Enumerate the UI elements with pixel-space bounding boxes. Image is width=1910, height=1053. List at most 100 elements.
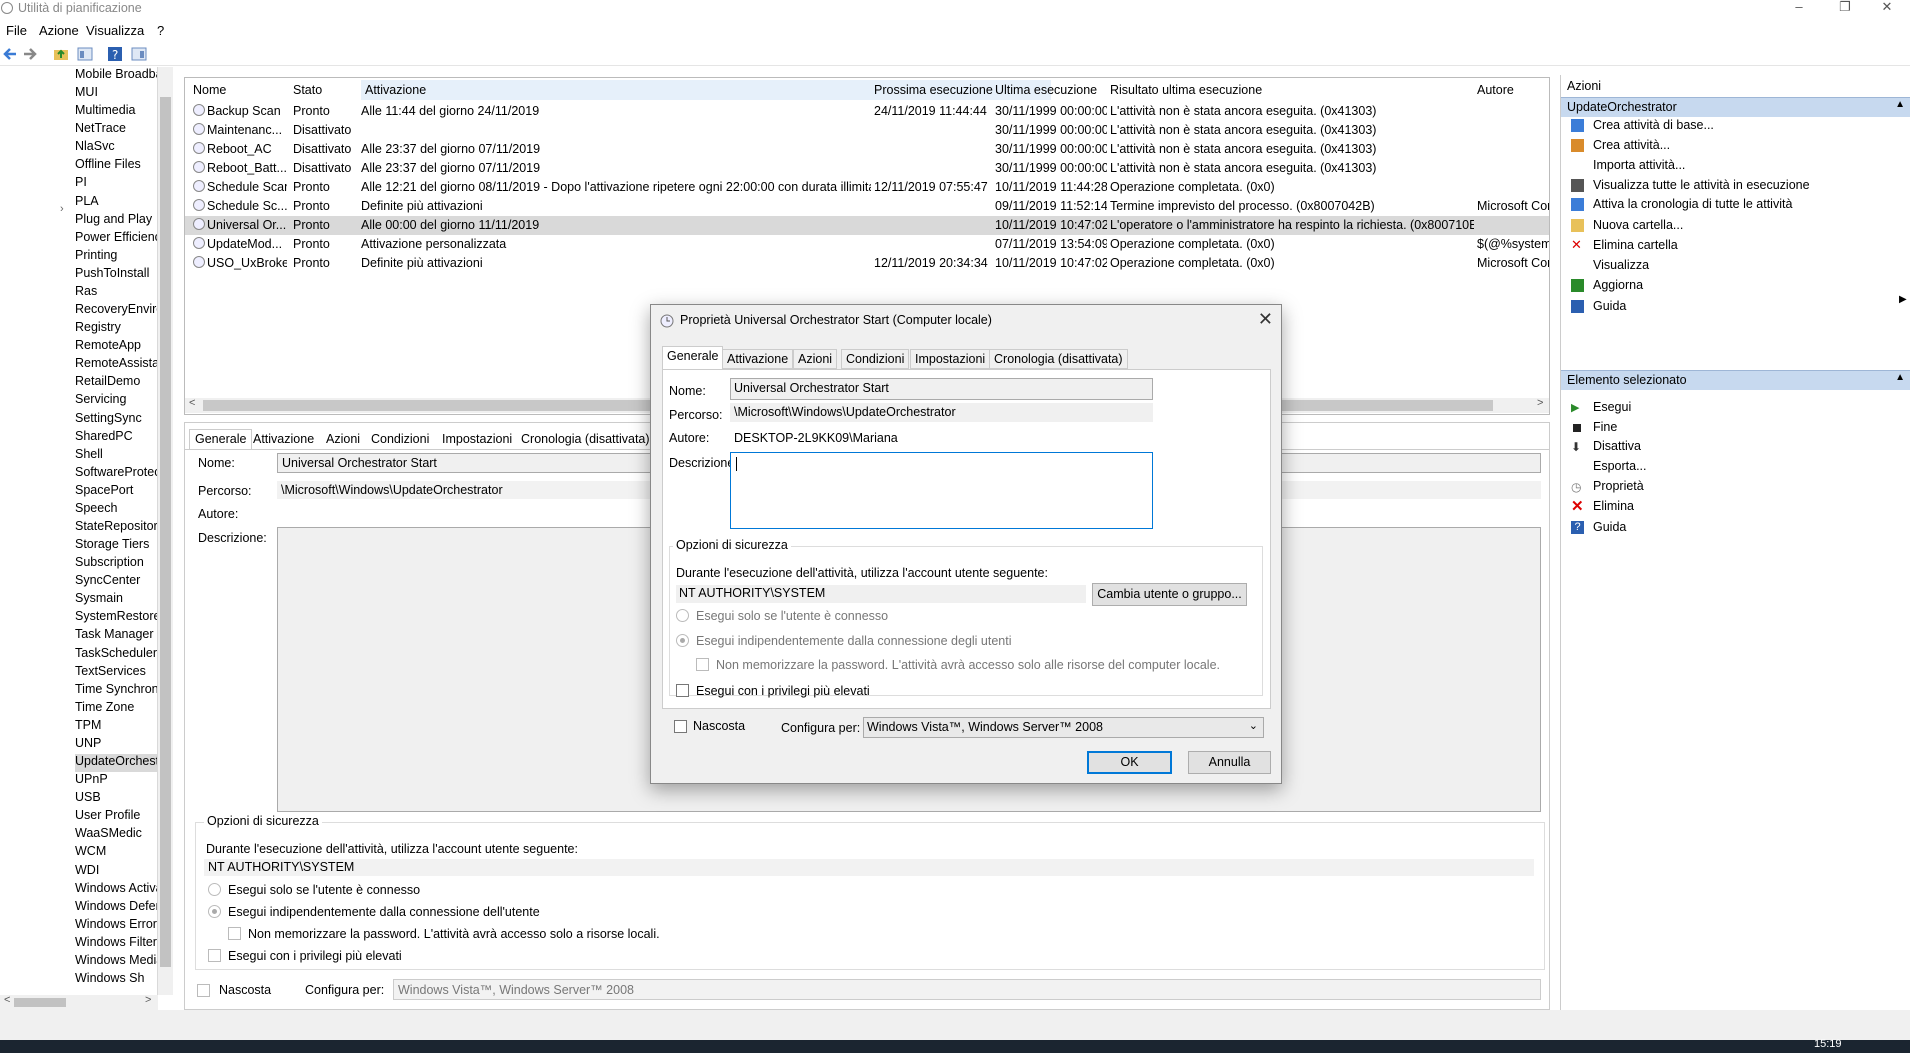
menu-azione[interactable]: Azione <box>39 23 79 38</box>
close-button[interactable]: ✕ <box>1864 0 1910 17</box>
tree-item[interactable]: PushToInstall <box>75 266 157 284</box>
scroll-left-icon[interactable]: < <box>189 397 195 409</box>
scroll-left-icon[interactable]: < <box>4 994 10 1006</box>
task-row[interactable]: Maintenanc... Disattivato 30/11/1999 00:00… <box>185 121 1549 140</box>
dialog-tab-settings[interactable]: Impostazioni <box>910 349 991 369</box>
tree-item[interactable]: Time Synchronization <box>75 682 157 700</box>
tree-item[interactable]: Printing <box>75 248 157 266</box>
action-item[interactable]: Crea attività di base... <box>1571 118 1714 132</box>
dialog-tab-conditions[interactable]: Condizioni <box>841 349 910 369</box>
tree-item[interactable]: Speech <box>75 501 157 519</box>
tree-item[interactable]: SharedPC <box>75 429 157 447</box>
tree-item[interactable]: Storage Tiers <box>75 537 157 555</box>
action-item[interactable]: Attiva la cronologia di tutte le attivit… <box>1571 197 1792 211</box>
action-item[interactable]: Visualizza tutte le attività in esecuzio… <box>1571 178 1810 192</box>
column-header-author[interactable]: Autore <box>1477 83 1514 97</box>
back-arrow-icon[interactable] <box>2 46 18 62</box>
tree-item[interactable]: Ras <box>75 284 157 302</box>
tree-item[interactable]: Windows Filtering <box>75 935 157 953</box>
tree-item[interactable]: WDI <box>75 863 157 881</box>
action-item[interactable]: ? Guida <box>1571 520 1626 534</box>
task-row[interactable]: USO_UxBroker Pronto Definite più attivazio… <box>185 254 1549 273</box>
tree-item[interactable]: SyncCenter <box>75 573 157 591</box>
tree-item[interactable]: RetailDemo <box>75 374 157 392</box>
tree-item[interactable]: NlaSvc <box>75 139 157 157</box>
action-item[interactable]: Importa attività... <box>1593 158 1685 172</box>
dialog-tab-triggers[interactable]: Attivazione <box>722 349 794 369</box>
tree-item[interactable]: UNP <box>75 736 157 754</box>
action-item[interactable]: Guida <box>1571 299 1626 313</box>
tree-item[interactable]: Task Manager <box>75 627 157 645</box>
tree-item[interactable]: StateRepository <box>75 519 157 537</box>
tree-item[interactable]: TPM <box>75 718 157 736</box>
collapse-up-icon[interactable]: ▲ <box>1895 99 1905 110</box>
tree-item[interactable]: Subscription <box>75 555 157 573</box>
minimize-button[interactable]: – <box>1776 0 1822 17</box>
tree-item[interactable]: NetTrace <box>75 121 157 139</box>
tree-vertical-scrollbar[interactable] <box>158 67 173 995</box>
tree-item[interactable]: PLA <box>75 194 157 212</box>
change-user-button[interactable]: Cambia utente o gruppo... <box>1092 583 1247 606</box>
column-header-last-run[interactable]: Ultima esecuzione <box>995 83 1097 97</box>
menu-file[interactable]: File <box>6 23 27 38</box>
tree-item[interactable]: MUI <box>75 85 157 103</box>
dialog-radio-regardless[interactable] <box>676 634 689 647</box>
tree-item[interactable]: Windows Error <box>75 917 157 935</box>
dialog-description-field[interactable] <box>730 452 1153 529</box>
tree-horizontal-scrollbar[interactable]: < > <box>0 994 158 1010</box>
action-item[interactable]: ✕ Elimina <box>1571 498 1634 515</box>
task-row[interactable]: Universal Or... Pronto Alle 00:00 del gior… <box>185 216 1549 235</box>
column-header-name[interactable]: Nome <box>193 83 226 97</box>
tree-item[interactable]: Mobile Broadband <box>75 67 157 85</box>
tree-item[interactable]: User Profile <box>75 808 157 826</box>
tree-item[interactable]: RemoteAssistance <box>75 356 157 374</box>
tree-item[interactable]: SoftwareProtection <box>75 465 157 483</box>
tree-item[interactable]: SpacePort <box>75 483 157 501</box>
action-item[interactable]: ◷ Proprietà <box>1571 479 1644 494</box>
tree-item[interactable]: Shell <box>75 447 157 465</box>
action-item[interactable]: ✕ Elimina cartella <box>1571 237 1678 252</box>
tree-item[interactable]: Servicing <box>75 392 157 410</box>
dialog-highest-checkbox[interactable] <box>676 684 689 697</box>
dialog-tab-actions[interactable]: Azioni <box>793 349 838 369</box>
tree-item[interactable]: WCM <box>75 844 157 862</box>
tree-item[interactable]: RemoteApp <box>75 338 157 356</box>
tree-item[interactable]: Offline Files <box>75 157 157 175</box>
dialog-tab-history[interactable]: Cronologia (disattivata) <box>989 349 1128 369</box>
action-item[interactable]: Fine <box>1573 420 1617 434</box>
tree-item[interactable]: UPnP <box>75 772 157 790</box>
show-hide-tree-icon[interactable] <box>77 46 93 62</box>
scroll-right-icon[interactable]: > <box>145 994 151 1006</box>
task-row[interactable]: Schedule Scan Pronto Alle 12:21 del giorno… <box>185 178 1549 197</box>
task-row[interactable]: UpdateMod... Pronto Attivazione personaliz… <box>185 235 1549 254</box>
action-item[interactable]: Aggiorna <box>1571 278 1643 292</box>
action-item[interactable]: ▶ Esegui <box>1571 400 1631 414</box>
detail-tab-conditions[interactable]: Condizioni <box>365 429 435 449</box>
tree-item[interactable]: Windows Activation <box>75 881 157 899</box>
cancel-button[interactable]: Annulla <box>1188 751 1271 774</box>
task-row[interactable]: Schedule Sc... Pronto Definite più attivaz… <box>185 197 1549 216</box>
detail-tab-actions[interactable]: Azioni <box>320 429 366 449</box>
dialog-close-button[interactable]: ✕ <box>1258 309 1273 330</box>
dialog-name-field[interactable]: Universal Orchestrator Start <box>730 378 1153 400</box>
actions-section-folder[interactable]: UpdateOrchestrator ▲ <box>1561 97 1910 117</box>
tree-item[interactable]: Windows Sh <box>75 971 157 989</box>
maximize-button[interactable]: ❐ <box>1822 0 1868 17</box>
column-header-state[interactable]: Stato <box>293 83 322 97</box>
dialog-config-select[interactable]: Windows Vista™, Windows Server™ 2008 ⌄ <box>863 717 1264 738</box>
help-icon[interactable]: ? <box>107 46 123 62</box>
scroll-right-icon[interactable]: > <box>1537 397 1543 409</box>
detail-tab-history[interactable]: Cronologia (disattivata) <box>515 429 656 449</box>
show-action-pane-icon[interactable] <box>131 46 147 62</box>
dialog-radio-only-logged[interactable] <box>676 609 689 622</box>
menu-help[interactable]: ? <box>157 23 164 38</box>
tree-item[interactable]: SettingSync <box>75 411 157 429</box>
tree-item[interactable]: USB <box>75 790 157 808</box>
ok-button[interactable]: OK <box>1087 751 1172 774</box>
menu-visualizza[interactable]: Visualizza <box>86 23 144 38</box>
up-folder-icon[interactable] <box>53 46 69 62</box>
tree-item[interactable]: WaaSMedic <box>75 826 157 844</box>
dialog-tab-general[interactable]: Generale <box>662 346 724 370</box>
action-item[interactable]: Esporta... <box>1593 459 1647 473</box>
actions-section-selected[interactable]: Elemento selezionato ▲ <box>1561 370 1910 390</box>
